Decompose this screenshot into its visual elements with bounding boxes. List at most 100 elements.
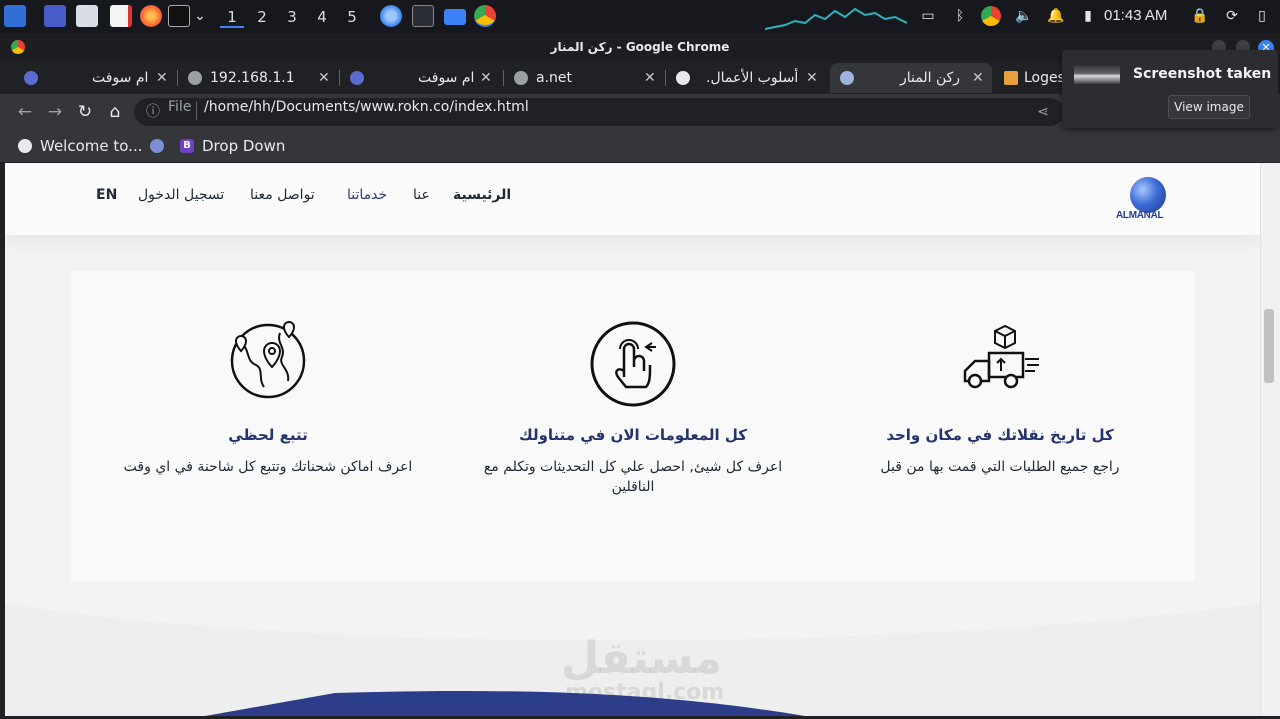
tab-anet[interactable]: a.net ✕	[506, 63, 664, 93]
workspace-2[interactable]: 2	[250, 6, 274, 28]
clipboard-icon[interactable]: ▯	[1252, 6, 1272, 26]
chrome-icon[interactable]	[474, 5, 496, 27]
scrollbar[interactable]	[1260, 163, 1280, 716]
tab-title: Loges	[1024, 70, 1065, 86]
web-page: EN تسجيل الدخول تواصل معنا خدماتنا عنا ا…	[5, 163, 1260, 716]
forward-button[interactable]: →	[44, 101, 66, 123]
nav-lang[interactable]: EN	[96, 187, 117, 203]
folder-icon[interactable]	[444, 9, 466, 25]
globe-icon	[676, 71, 690, 85]
logo-text: ALMANAL	[1116, 210, 1164, 221]
info-icon[interactable]: ⓘ	[142, 101, 164, 123]
tab-loges[interactable]: Loges	[996, 63, 1066, 93]
feature-title: كل المعلومات الان في متناولك	[518, 426, 748, 444]
feature-description: اعرف اماكن شحناتك وتتبع كل شاحنة في اي و…	[123, 459, 413, 475]
scrollbar-thumb[interactable]	[1264, 309, 1274, 383]
chrome-icon	[11, 40, 25, 54]
file-label: File	[168, 99, 192, 115]
notification-title: Screenshot taken	[1133, 66, 1272, 82]
nav-home[interactable]: الرئيسية	[453, 187, 511, 203]
terminal-icon[interactable]	[412, 5, 434, 27]
tab-router[interactable]: 192.168.1.1 ✕	[180, 63, 338, 93]
text-editor-icon[interactable]	[110, 5, 132, 27]
tab-title: ام سوفت	[418, 70, 475, 86]
close-icon[interactable]: ✕	[644, 63, 656, 93]
site-icon	[1004, 71, 1018, 85]
clock[interactable]: 01:43 AM	[1104, 7, 1167, 24]
firefox-icon[interactable]	[140, 5, 162, 27]
nav-contact[interactable]: تواصل معنا	[250, 187, 315, 203]
volume-icon[interactable]: 🔈	[1014, 6, 1034, 26]
bluetooth-icon[interactable]: ᛒ	[950, 6, 970, 26]
bootstrap-icon: B	[180, 139, 194, 153]
bookmark-icon	[350, 71, 364, 85]
tab-umsoft-1[interactable]: ام سوفت ✕	[14, 63, 176, 93]
tab-divider	[177, 70, 178, 86]
bell-icon[interactable]: 🔔	[1046, 6, 1066, 26]
home-button[interactable]: ⌂	[104, 101, 126, 123]
app-menu-icon[interactable]	[4, 5, 26, 27]
chevron-down-icon[interactable]: ⌄	[190, 6, 210, 26]
tab-title: أسلوب الأعمال.	[706, 70, 799, 86]
screenshot-thumbnail[interactable]	[1074, 66, 1120, 84]
close-icon[interactable]: ✕	[156, 63, 168, 93]
nav-login[interactable]: تسجيل الدخول	[138, 187, 224, 203]
bookmark-welcome[interactable]: Welcome to...	[40, 137, 142, 155]
tab-divider	[665, 70, 666, 86]
taskbar: ⌄ 1 2 3 4 5 ▭ ᛒ 🔈 🔔 ▮ 01:43 AM 🔒 ⟳ ▯	[0, 0, 1280, 33]
lock-icon[interactable]: 🔒	[1190, 6, 1210, 26]
globe-icon	[514, 71, 528, 85]
tab-title: 192.168.1.1	[210, 70, 295, 86]
tab-title: ام سوفت	[92, 70, 149, 86]
globe-pin-icon	[230, 321, 306, 399]
nav-services[interactable]: خدماتنا	[347, 187, 387, 203]
globe-icon	[188, 71, 202, 85]
watermark: mostaql.com	[565, 680, 725, 705]
bookmark-icon[interactable]	[150, 139, 164, 153]
tab-divider	[503, 70, 504, 86]
close-icon[interactable]: ✕	[318, 63, 330, 93]
bookmark-icon	[24, 71, 38, 85]
close-icon[interactable]: ✕	[480, 63, 492, 93]
chrome-icon[interactable]	[981, 6, 1001, 26]
view-image-button[interactable]: View image	[1168, 95, 1250, 119]
feature-description: راجع جميع الطلبات التي قمت بها من قبل	[880, 459, 1120, 475]
workspace-5[interactable]: 5	[340, 6, 364, 28]
site-header: EN تسجيل الدخول تواصل معنا خدماتنا عنا ا…	[5, 163, 1260, 235]
url-text[interactable]: /home/hh/Documents/www.rokn.co/index.htm…	[204, 99, 529, 115]
tab-business-style[interactable]: أسلوب الأعمال. ✕	[668, 63, 826, 93]
share-icon[interactable]: ⋖	[1032, 101, 1054, 123]
tab-rokn-almanar[interactable]: ركن المنار ✕	[830, 63, 992, 93]
refresh-icon[interactable]: ⟳	[1222, 6, 1242, 26]
workspace-4[interactable]: 4	[310, 6, 334, 28]
features-card: تتبع لحظي اعرف اماكن شحناتك وتتبع كل شاح…	[71, 271, 1195, 581]
bookmark-dropdown[interactable]: Drop Down	[202, 137, 285, 155]
reload-button[interactable]: ↻	[74, 101, 96, 123]
close-icon[interactable]: ✕	[806, 63, 818, 93]
screenshot-notification: Screenshot taken View image	[1062, 50, 1278, 128]
files-icon[interactable]	[76, 5, 98, 27]
tab-title: ركن المنار	[900, 70, 961, 86]
terminal-icon[interactable]	[168, 5, 190, 27]
close-icon[interactable]: ✕	[972, 63, 984, 93]
battery-icon: ▮	[1084, 8, 1092, 24]
workspace-3[interactable]: 3	[280, 6, 304, 28]
globe-icon	[18, 139, 32, 153]
tab-umsoft-2[interactable]: ام سوفت ✕	[342, 63, 502, 93]
globe-icon	[1130, 177, 1166, 213]
workspace-1[interactable]: 1	[220, 6, 244, 28]
tab-title: a.net	[536, 70, 573, 86]
bookmarks-bar: Welcome to... B Drop Down	[0, 130, 1280, 163]
site-logo[interactable]: ALMANAL	[1113, 175, 1173, 225]
back-button[interactable]: ←	[14, 101, 36, 123]
feature-description: اعرف كل شيئ, احصل علي كل التحديثات وتكلم…	[483, 459, 783, 495]
touch-hand-icon	[590, 321, 676, 407]
url-divider	[196, 102, 197, 120]
tab-divider	[339, 70, 340, 86]
network-graph	[765, 7, 907, 30]
delivery-truck-icon	[963, 324, 1039, 389]
nav-about[interactable]: عنا	[413, 187, 430, 203]
screen-icon[interactable]: ▭	[918, 6, 938, 26]
thunderbird-icon[interactable]	[380, 5, 402, 27]
desktop-icon[interactable]	[44, 5, 66, 27]
